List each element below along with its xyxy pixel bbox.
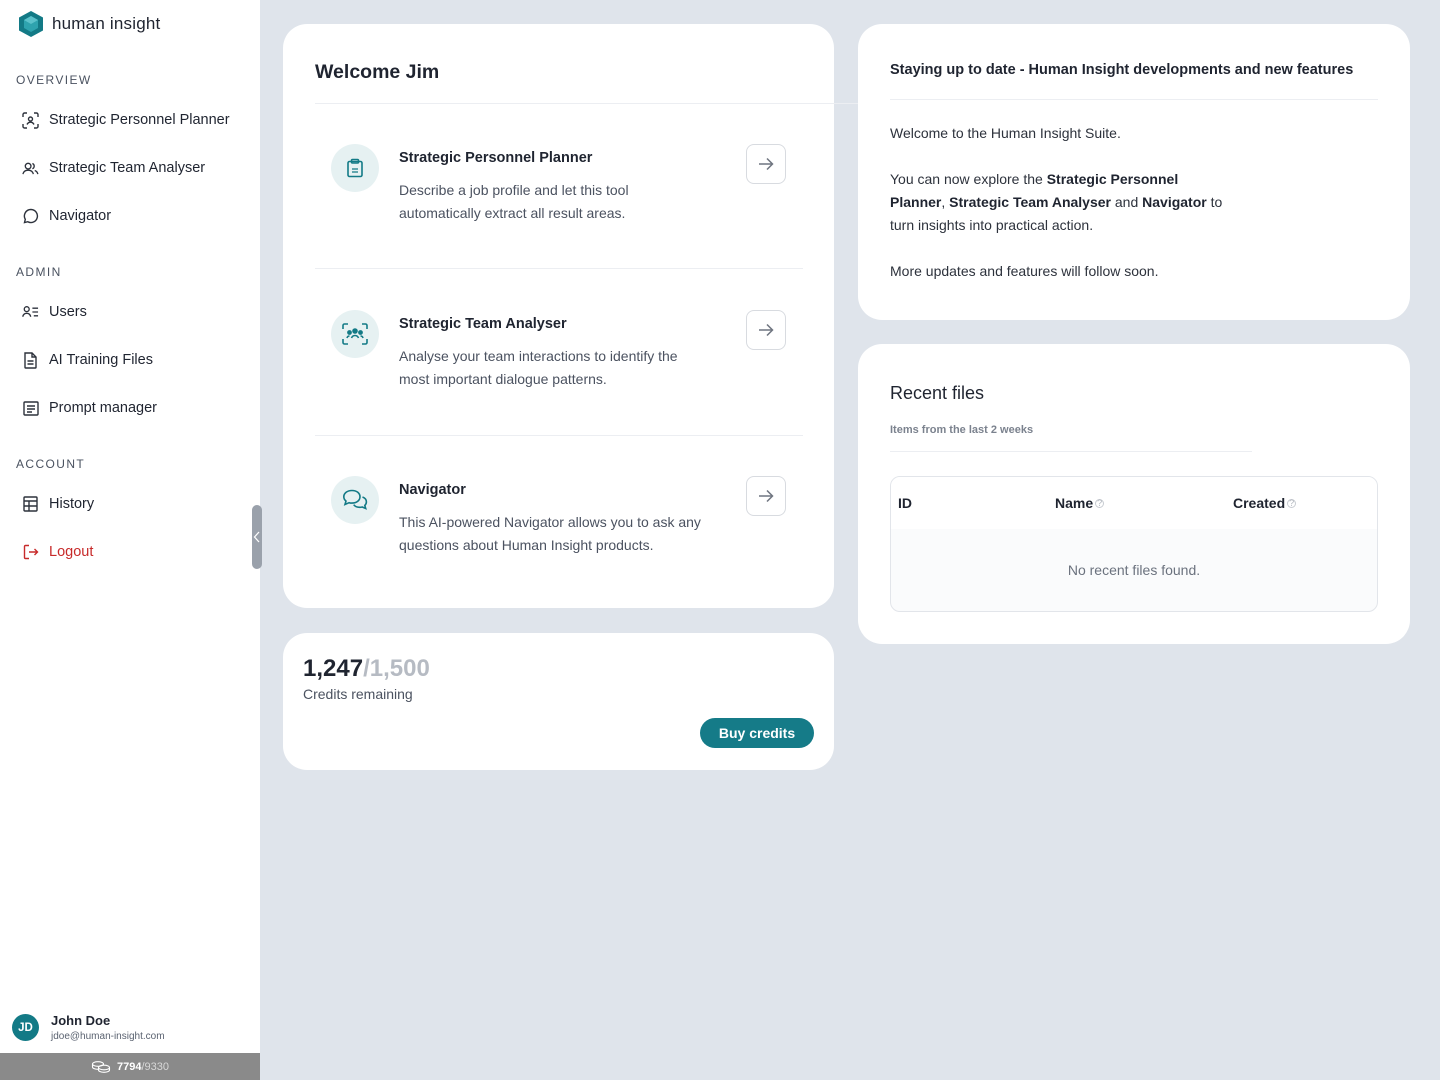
credits-count: 1,247/1,500 (303, 655, 430, 683)
user-profile[interactable]: JD John Doe jdoe@human-insight.com (12, 1013, 165, 1042)
sidebar-collapse-handle[interactable] (252, 505, 262, 569)
tool-description: This AI-powered Navigator allows you to … (399, 514, 701, 553)
sidebar-item-label: Users (49, 304, 87, 320)
news-title: Staying up to date - Human Insight devel… (890, 62, 1354, 78)
recent-files-table: ID Name? Created? No recent files found. (890, 476, 1378, 612)
credits-total: /9330 (141, 1060, 169, 1073)
sidebar-item-label: Strategic Personnel Planner (49, 112, 230, 128)
credits-used: 7794 (116, 1060, 142, 1073)
sidebar-item-strategic-team-analyser[interactable]: Strategic Team Analyser (22, 154, 205, 182)
recent-files-subtitle: Items from the last 2 weeks (890, 424, 1034, 436)
sidebar-item-strategic-personnel-planner[interactable]: Strategic Personnel Planner (22, 106, 230, 134)
tool-title: Strategic Team Analyser (399, 316, 567, 332)
credits-total: /1,500 (363, 655, 430, 682)
users-icon (22, 160, 39, 177)
arrow-right-icon (759, 489, 774, 503)
scan-person-icon (22, 111, 39, 129)
tool-title: Navigator (399, 482, 466, 498)
news-link-strategic-team-analyser: Strategic Team Analyser (949, 194, 1111, 210)
column-header-id[interactable]: ID (898, 495, 912, 511)
user-email: jdoe@human-insight.com (51, 1031, 165, 1042)
list-box-icon (22, 400, 39, 417)
news-paragraph: You can now explore the Strategic Person… (890, 171, 1223, 233)
clipboard-icon (331, 144, 379, 192)
tool-navigator: Navigator This AI-powered Navigator allo… (331, 476, 791, 596)
coins-icon (91, 1061, 111, 1073)
credits-card: 1,247/1,500 Credits remaining Buy credit… (283, 633, 834, 770)
table-header: ID Name? Created? (891, 477, 1377, 529)
sidebar-item-users[interactable]: Users (22, 298, 87, 326)
team-scan-icon (331, 310, 379, 358)
tool-description: Analyse your team interactions to identi… (399, 348, 678, 387)
file-icon (22, 351, 39, 369)
recent-files-title: Recent files (890, 383, 985, 403)
news-paragraph: More updates and features will follow so… (890, 263, 1159, 279)
sidebar-item-logout[interactable]: Logout (22, 538, 93, 566)
sidebar: human insight OVERVIEW Strategic Personn… (0, 0, 260, 1080)
logout-icon (22, 544, 39, 561)
user-name: John Doe (51, 1013, 111, 1028)
column-header-created[interactable]: Created? (1233, 495, 1297, 511)
sidebar-item-label: Navigator (49, 208, 112, 224)
news-card: Staying up to date - Human Insight devel… (858, 24, 1410, 320)
news-paragraph: Welcome to the Human Insight Suite. (890, 125, 1121, 141)
open-navigator-button[interactable] (746, 476, 786, 516)
welcome-card: Welcome Jim Strategic Personnel Planner … (283, 24, 1133, 608)
divider (890, 451, 1252, 452)
chat-bubble-icon (22, 208, 39, 225)
user-list-icon (22, 304, 39, 321)
credits-label: Credits remaining (303, 686, 413, 702)
sidebar-item-label: Prompt manager (49, 400, 157, 416)
empty-state-message: No recent files found. (1067, 562, 1201, 578)
tool-description: Describe a job profile and let this tool… (399, 182, 629, 221)
sidebar-item-label: Logout (49, 544, 94, 560)
arrow-right-icon (759, 323, 774, 337)
news-body: Welcome to the Human Insight Suite. You … (890, 122, 1230, 306)
open-strategic-team-analyser-button[interactable] (746, 310, 786, 350)
tool-strategic-personnel-planner: Strategic Personnel Planner Describe a j… (331, 144, 791, 264)
divider (315, 435, 803, 436)
sidebar-item-ai-training-files[interactable]: AI Training Files (22, 346, 153, 374)
recent-files-card: Recent files Items from the last 2 weeks… (858, 344, 1410, 644)
sidebar-item-history[interactable]: History (22, 490, 94, 518)
tool-title: Strategic Personnel Planner (399, 150, 593, 166)
section-label-admin: ADMIN (16, 265, 62, 279)
section-label-account: ACCOUNT (16, 457, 86, 471)
avatar: JD (12, 1014, 39, 1041)
sidebar-item-label: History (49, 496, 95, 512)
help-icon[interactable]: ? (1095, 498, 1105, 508)
buy-credits-button[interactable]: Buy credits (700, 718, 814, 748)
chat-bubbles-icon (331, 476, 379, 524)
page-title: Welcome Jim (315, 61, 440, 83)
brand[interactable]: human insight (18, 10, 160, 38)
hexagon-logo-icon (19, 11, 43, 37)
section-label-overview: OVERVIEW (16, 73, 92, 87)
credit-balance-bar: 7794/9330 (0, 1053, 260, 1080)
divider (315, 268, 803, 269)
column-header-name[interactable]: Name? (1055, 495, 1105, 511)
brand-name: human insight (52, 14, 161, 33)
open-strategic-personnel-planner-button[interactable] (746, 144, 786, 184)
tool-strategic-team-analyser: Strategic Team Analyser Analyse your tea… (331, 310, 791, 430)
sidebar-item-navigator[interactable]: Navigator (22, 202, 111, 230)
arrow-right-icon (759, 157, 774, 171)
sidebar-item-prompt-manager[interactable]: Prompt manager (22, 394, 157, 422)
credits-remaining: 1,247 (303, 655, 364, 682)
sidebar-item-label: AI Training Files (49, 352, 153, 368)
table-icon (22, 496, 39, 513)
divider (890, 99, 1378, 100)
chevron-left-icon (253, 531, 260, 543)
sidebar-item-label: Strategic Team Analyser (49, 160, 206, 176)
help-icon[interactable]: ? (1287, 498, 1297, 508)
news-link-navigator: Navigator (1142, 194, 1207, 210)
